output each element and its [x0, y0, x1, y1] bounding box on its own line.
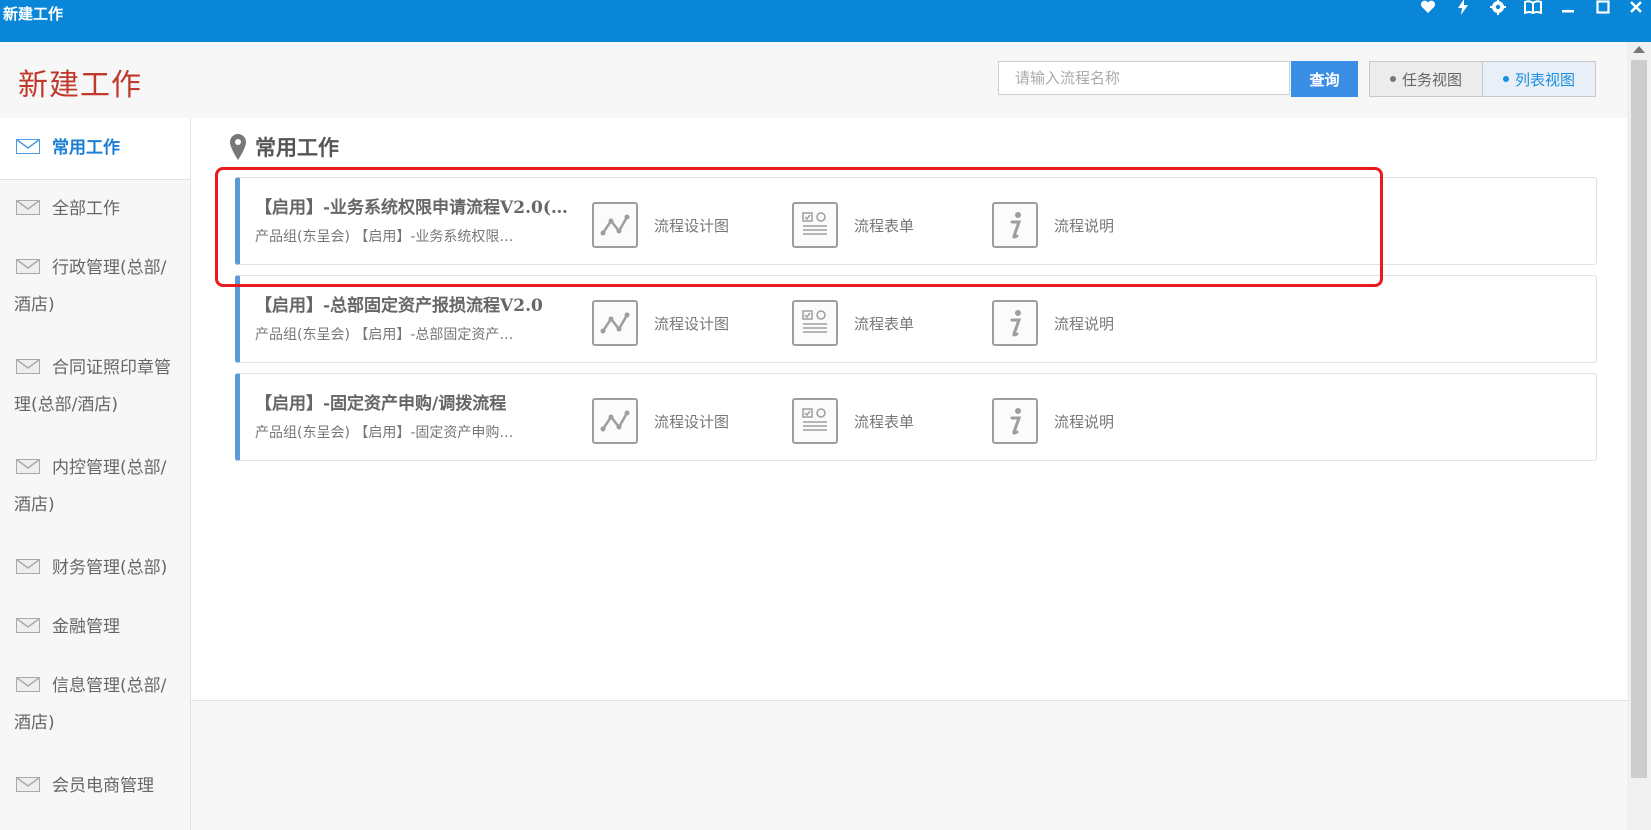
section-title-text: 常用工作 — [255, 135, 339, 160]
minimize-icon[interactable] — [1555, 0, 1581, 18]
page-header: 新建工作 查询 任务视图 列表视图 — [0, 42, 1627, 119]
sidebar: 常用工作 全部工作 行政管理(总部/酒店) 合同证照印章管理(总部/酒店) 内控… — [0, 118, 191, 830]
sidebar-item-contract[interactable]: 合同证照印章管理(总部/酒店) — [0, 350, 190, 424]
flow-info-label: 流程说明 — [1054, 314, 1115, 333]
mail-icon — [16, 199, 40, 215]
sidebar-item-label: 会员电商管理 — [52, 776, 154, 796]
flow-info-button[interactable]: 流程说明 — [992, 202, 1114, 248]
main-content: 常用工作 【启用】-业务系统权限申请流程V2.0(… 产品组(东呈会) 【启用】… — [191, 118, 1627, 701]
workflow-title: 【启用】-总部固定资产报损流程V2.0 — [255, 296, 543, 316]
form-icon — [792, 202, 838, 248]
info-icon — [992, 202, 1038, 248]
maximize-icon[interactable] — [1590, 0, 1616, 18]
mail-icon — [16, 617, 40, 633]
sidebar-item-admin[interactable]: 行政管理(总部/酒店) — [0, 250, 190, 324]
workflow-card[interactable]: 【启用】-业务系统权限申请流程V2.0(… 产品组(东呈会) 【启用】-业务系统… — [235, 177, 1597, 265]
flow-form-button[interactable]: 流程表单 — [792, 202, 914, 248]
form-icon — [792, 300, 838, 346]
info-icon — [992, 300, 1038, 346]
sidebar-item-label: 财务管理(总部) — [52, 558, 168, 578]
workflow-title: 【启用】-业务系统权限申请流程V2.0(… — [255, 198, 568, 218]
workflow-card[interactable]: 【启用】-固定资产申购/调拨流程 产品组(东呈会) 【启用】-固定资产申购… 流… — [235, 373, 1597, 461]
search-input[interactable] — [998, 61, 1290, 95]
flow-info-button[interactable]: 流程说明 — [992, 398, 1114, 444]
info-icon — [992, 398, 1038, 444]
workflow-subtitle: 产品组(东呈会) 【启用】-业务系统权限… — [255, 229, 514, 245]
search-button[interactable]: 查询 — [1291, 61, 1358, 97]
flow-design-button[interactable]: 流程设计图 — [592, 202, 729, 248]
window-titlebar: 新建工作 — [0, 0, 1651, 42]
flow-design-button[interactable]: 流程设计图 — [592, 398, 729, 444]
workflow-subtitle: 产品组(东呈会) 【启用】-固定资产申购… — [255, 425, 514, 441]
sidebar-item-banking[interactable]: 金融管理 — [0, 609, 190, 646]
book-icon[interactable] — [1520, 0, 1546, 18]
flow-form-label: 流程表单 — [854, 216, 915, 235]
sidebar-item-finance[interactable]: 财务管理(总部) — [0, 550, 190, 587]
location-pin-icon — [230, 134, 246, 160]
flow-info-button[interactable]: 流程说明 — [992, 300, 1114, 346]
flow-design-label: 流程设计图 — [654, 412, 730, 431]
page-title: 新建工作 — [18, 68, 142, 103]
section-title: 常用工作 — [229, 132, 339, 162]
flow-info-label: 流程说明 — [1054, 216, 1115, 235]
sidebar-item-all-work[interactable]: 全部工作 — [0, 191, 190, 228]
close-icon[interactable] — [1623, 0, 1649, 18]
sidebar-item-common-work[interactable]: 常用工作 — [0, 118, 190, 180]
flow-design-button[interactable]: 流程设计图 — [592, 300, 729, 346]
mail-icon — [16, 138, 40, 154]
view-toggle: 任务视图 列表视图 — [1369, 61, 1596, 97]
flow-info-label: 流程说明 — [1054, 412, 1115, 431]
flow-form-button[interactable]: 流程表单 — [792, 398, 914, 444]
scroll-up-arrow-icon[interactable] — [1633, 46, 1645, 53]
scroll-thumb[interactable] — [1631, 60, 1647, 778]
mail-icon — [16, 258, 40, 274]
flow-design-label: 流程设计图 — [654, 314, 730, 333]
list-view-label: 列表视图 — [1514, 70, 1575, 89]
mail-icon — [16, 558, 40, 574]
mail-icon — [16, 358, 40, 374]
heart-icon[interactable] — [1415, 0, 1441, 18]
lightning-icon[interactable] — [1450, 0, 1476, 18]
sidebar-item-internal-control[interactable]: 内控管理(总部/酒店) — [0, 450, 190, 524]
sidebar-item-info-management[interactable]: 信息管理(总部/酒店) — [0, 668, 190, 742]
flow-form-label: 流程表单 — [854, 314, 915, 333]
bullet-icon — [1502, 76, 1509, 82]
sidebar-item-label: 全部工作 — [52, 199, 120, 219]
task-view-button[interactable]: 任务视图 — [1370, 62, 1482, 96]
sidebar-item-label: 常用工作 — [52, 138, 120, 158]
flow-chart-icon — [592, 398, 638, 444]
workflow-subtitle: 产品组(东呈会) 【启用】-总部固定资产… — [255, 327, 514, 343]
mail-icon — [16, 458, 40, 474]
list-view-button[interactable]: 列表视图 — [1482, 62, 1595, 96]
mail-icon — [16, 776, 40, 792]
flow-form-label: 流程表单 — [854, 412, 915, 431]
form-icon — [792, 398, 838, 444]
sidebar-item-member-ecommerce[interactable]: 会员电商管理 — [0, 768, 190, 805]
workflow-card[interactable]: 【启用】-总部固定资产报损流程V2.0 产品组(东呈会) 【启用】-总部固定资产… — [235, 275, 1597, 363]
bullet-icon — [1389, 76, 1396, 82]
flow-design-label: 流程设计图 — [654, 216, 730, 235]
task-view-label: 任务视图 — [1401, 70, 1462, 89]
vertical-scrollbar[interactable] — [1627, 42, 1651, 830]
flow-chart-icon — [592, 300, 638, 346]
flow-form-button[interactable]: 流程表单 — [792, 300, 914, 346]
mail-icon — [16, 676, 40, 692]
sidebar-item-label: 金融管理 — [52, 617, 120, 637]
gear-icon[interactable] — [1485, 0, 1511, 18]
window-title: 新建工作 — [3, 5, 64, 23]
workflow-title: 【启用】-固定资产申购/调拨流程 — [255, 394, 507, 414]
flow-chart-icon — [592, 202, 638, 248]
